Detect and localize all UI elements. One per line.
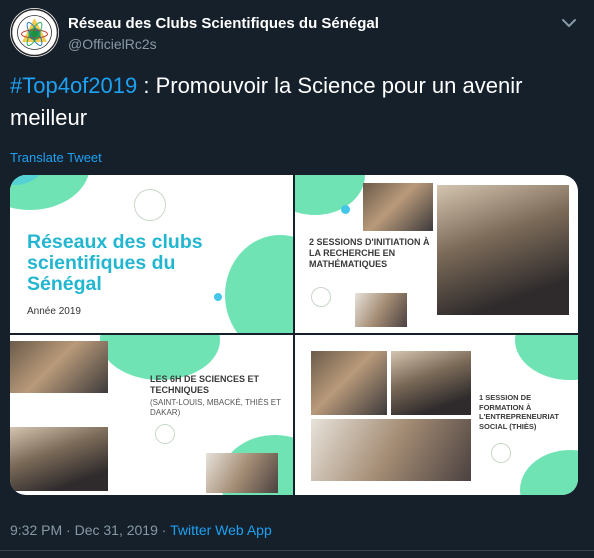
photo-workshop (437, 185, 569, 315)
user-handle[interactable]: @OfficielRc2s (68, 36, 157, 52)
slide-caption: 2 sessions d'initiation à la recherche e… (309, 237, 430, 269)
slide-year: Année 2019 (27, 306, 81, 317)
rc2s-logo-icon (491, 443, 511, 463)
slide-title: Réseaux des clubs scientifiques du Sénég… (27, 231, 203, 295)
tweet-media-grid: Réseaux des clubs scientifiques du Sénég… (10, 175, 578, 495)
decorative-dot (341, 205, 350, 214)
decorative-blob (295, 175, 365, 215)
divider (0, 550, 594, 551)
slide-subcaption: (Saint-Louis, Mbacké, Thiès et Dakar) (150, 398, 281, 417)
avatar[interactable] (10, 8, 59, 57)
photo-outdoor-group (10, 427, 108, 491)
hashtag-link[interactable]: #Top4of2019 (10, 73, 137, 98)
photo-session (363, 183, 433, 231)
tweet-text: #Top4of2019 : Promouvoir la Science pour… (10, 70, 580, 134)
rc2s-logo-icon (134, 189, 166, 221)
rc2s-logo-icon (311, 287, 331, 307)
display-name[interactable]: Réseau des Clubs Scientifiques du Sénéga… (68, 15, 379, 32)
photo-training-room (311, 419, 471, 481)
rc2s-logo-icon (155, 424, 175, 444)
media-tile-1[interactable]: Réseaux des clubs scientifiques du Sénég… (10, 175, 293, 333)
decorative-blob (520, 450, 578, 495)
media-tile-3[interactable]: Les 6H de sciences et techniques (Saint-… (10, 335, 293, 495)
tweet-timestamp[interactable]: 9:32 PM · Dec 31, 2019 · (10, 522, 170, 538)
photo-participants (10, 341, 108, 393)
source-app-link[interactable]: Twitter Web App (170, 522, 272, 538)
slide-caption: 1 session de formation à l'entrepreneuri… (479, 393, 559, 431)
chevron-down-icon[interactable] (560, 16, 578, 30)
slide-caption: Les 6H de sciences et techniques (150, 374, 260, 395)
decorative-dot (214, 293, 222, 301)
photo-group (355, 293, 407, 327)
photo-lab (206, 453, 278, 493)
tweet-header: Réseau des Clubs Scientifiques du Sénéga… (10, 8, 584, 60)
decorative-blob (515, 335, 578, 380)
rc2s-logo-icon (10, 8, 59, 57)
media-tile-2[interactable]: 2 sessions d'initiation à la recherche e… (295, 175, 578, 333)
photo-training-1 (311, 351, 387, 415)
media-tile-4[interactable]: 1 session de formation à l'entrepreneuri… (295, 335, 578, 495)
translate-tweet-link[interactable]: Translate Tweet (10, 150, 102, 165)
photo-training-2 (391, 351, 471, 415)
tweet-footer: 9:32 PM · Dec 31, 2019 · Twitter Web App (10, 522, 272, 538)
